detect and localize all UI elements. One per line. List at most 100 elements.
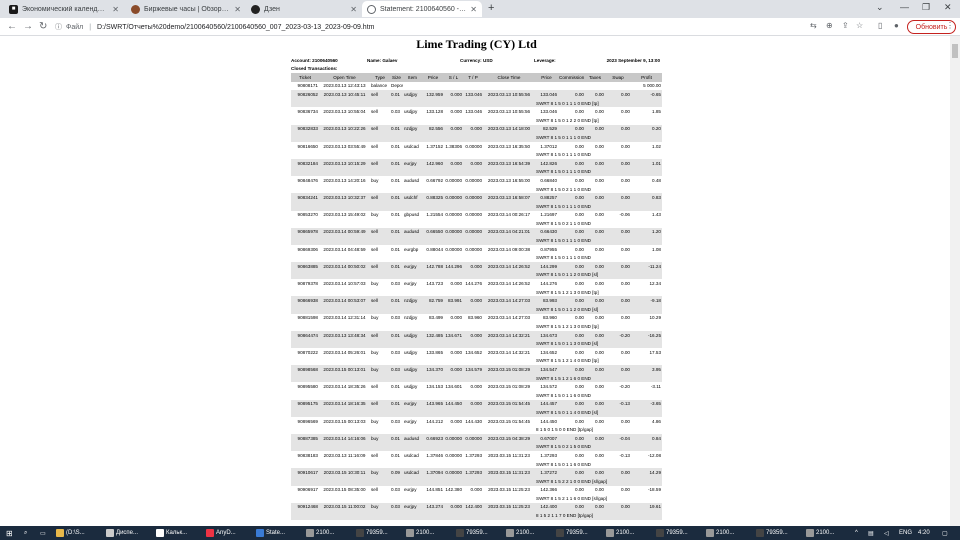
menu-icon[interactable]: ⋮: [946, 21, 954, 30]
taskbar-app-button[interactable]: 2100...: [806, 528, 834, 538]
column-header: S / L: [444, 73, 463, 82]
forward-icon[interactable]: →: [23, 21, 33, 32]
table-cell: sell: [371, 109, 378, 115]
table-row: 90879378 2023.03.14 10:57:03 buy 0.03 eurjpy…: [291, 279, 662, 288]
tab-exchange-hours[interactable]: Биржевые часы | Обзор рынка... ✕: [126, 1, 246, 17]
table-cell: 1.37293: [463, 468, 483, 477]
table-cell: 0.66923: [422, 433, 444, 443]
table-cell: 0.00: [575, 177, 584, 183]
address-bar[interactable]: ⓘ Файл | D:/SWRT/Отчеты%20demo/210064056…: [55, 20, 805, 34]
minimize-icon[interactable]: —: [900, 2, 909, 12]
table-cell: 90910617: [291, 468, 319, 477]
table-cell: 144.430: [465, 418, 482, 424]
close-window-icon[interactable]: ✕: [944, 2, 952, 13]
comment-row: SWRT 8 1 5 1 2 1 6 0 END: [291, 373, 662, 383]
clock[interactable]: 4:20: [918, 528, 930, 538]
table-cell: 0.00: [605, 262, 631, 271]
translate-icon[interactable]: ⇆: [810, 21, 817, 30]
table-cell: 0.01: [391, 143, 400, 149]
table-cell: 17.53: [649, 349, 662, 355]
tab-title: Экономический календарь — ...: [22, 5, 109, 13]
taskbar-app-button[interactable]: 2100...: [706, 528, 734, 538]
maximize-icon[interactable]: ❐: [922, 2, 930, 13]
side-panel-icon[interactable]: ▯: [878, 21, 882, 30]
taskbar-app-button[interactable]: 2100...: [606, 528, 634, 538]
table-cell: 0.00: [595, 487, 604, 493]
spacer-cell: [291, 253, 535, 262]
table-cell: 0.00: [575, 384, 584, 390]
new-tab-icon[interactable]: +: [488, 2, 494, 14]
table-cell: 132.959: [422, 90, 444, 99]
trade-comment: 8 1 5 0 1 5 0 0 END [tp/gap]: [536, 427, 593, 433]
taskbar-app-label: 79359...: [566, 530, 588, 536]
language-indicator[interactable]: ENG: [899, 528, 912, 538]
table-cell: 1.37272: [535, 468, 558, 477]
table-cell: 0.000: [470, 487, 483, 493]
start-icon[interactable]: ⊞: [6, 528, 13, 538]
info-icon[interactable]: ⓘ: [55, 22, 62, 32]
table-cell: 2023.03.15 11:31:23: [488, 452, 530, 458]
back-icon[interactable]: ←: [7, 21, 17, 32]
vertical-scrollbar[interactable]: [950, 36, 960, 526]
table-cell: 2023.03.14 14:16:06: [319, 433, 370, 443]
close-tab-icon[interactable]: ✕: [470, 5, 477, 14]
table-cell: 0.000: [450, 418, 463, 424]
tab-dzen[interactable]: Дзен ✕: [246, 1, 362, 17]
table-cell: 0.00: [585, 262, 605, 271]
taskbar-app-button[interactable]: 79359...: [356, 528, 388, 538]
zoom-icon[interactable]: ⊕: [826, 21, 833, 30]
table-cell: 132.485: [422, 330, 444, 340]
tab-statement[interactable]: Statement: 2100640560 - Galaev✕: [362, 1, 482, 17]
taskbar-app-button[interactable]: 79359...: [556, 528, 588, 538]
url-text[interactable]: D:/SWRT/Отчеты%20demo/2100640560/2100640…: [97, 24, 374, 31]
table-cell: 134.547: [535, 365, 558, 374]
bookmark-star-icon[interactable]: ☆: [856, 21, 863, 30]
volume-icon[interactable]: ◁: [884, 528, 889, 538]
table-cell: 0.00: [595, 349, 604, 355]
close-tab-icon[interactable]: ✕: [112, 5, 119, 14]
tab-economic-calendar[interactable]: ■ Экономический календарь — ...✕: [4, 1, 124, 17]
table-cell: 0.00000: [445, 452, 462, 458]
table-cell: 142.400: [463, 502, 483, 512]
task-view-icon[interactable]: ▭: [40, 528, 46, 538]
table-cell: 0.00000: [444, 227, 463, 237]
taskbar-app-button[interactable]: 79359...: [456, 528, 488, 538]
table-cell: 90895175: [291, 399, 319, 409]
close-tab-icon[interactable]: ✕: [350, 5, 357, 14]
taskbar-app-button[interactable]: 2100...: [506, 528, 534, 538]
table-cell: buy: [371, 315, 379, 321]
taskbar-app-label: 2100...: [616, 530, 635, 536]
taskbar-app-button[interactable]: 2100...: [406, 528, 434, 538]
taskbar-app-button[interactable]: Диспе...: [106, 528, 138, 538]
share-icon[interactable]: ⇪: [842, 21, 849, 30]
network-icon[interactable]: ▤: [868, 528, 874, 538]
table-cell: 0.00: [605, 468, 631, 477]
table-cell: 2023.03.15 11:31:23: [483, 468, 535, 477]
taskbar-app-button[interactable]: 79359...: [656, 528, 688, 538]
close-tab-icon[interactable]: ✕: [234, 5, 241, 14]
table-cell: usdcad: [404, 143, 419, 149]
taskbar-app-button[interactable]: 79359...: [756, 528, 788, 538]
table-cell: 0.20: [631, 124, 662, 134]
table-cell: 2023.03.13 10:15:29: [319, 158, 370, 168]
table-cell: 0.01: [391, 246, 400, 252]
table-cell: 0.00: [585, 193, 605, 202]
trade-comment: SWRT 8 1 5 0 1 1 1 0 END: [535, 167, 662, 177]
search-icon[interactable]: ⌕: [24, 528, 27, 538]
taskbar-app-button[interactable]: 2100...: [306, 528, 334, 538]
taskbar-app-button[interactable]: (D:\S...: [56, 528, 85, 538]
table-cell: 134.153: [426, 384, 443, 390]
table-cell: 90866938: [291, 296, 319, 306]
table-cell: 2023.03.14 00:50:02: [319, 262, 370, 271]
notifications-icon[interactable]: ▢: [942, 528, 948, 538]
scrollbar-thumb[interactable]: [952, 44, 958, 58]
taskbar-app-button[interactable]: Statе...: [256, 528, 285, 538]
table-cell: 144.457: [535, 399, 558, 409]
tray-chevron-icon[interactable]: ^: [855, 528, 858, 538]
profile-icon[interactable]: ●: [894, 21, 899, 30]
tab-search-icon[interactable]: ⌄: [876, 2, 884, 13]
reload-icon[interactable]: ↻: [39, 21, 47, 32]
taskbar-app-button[interactable]: AnyD...: [206, 528, 236, 538]
table-cell: sell: [371, 452, 378, 458]
taskbar-app-button[interactable]: Кальк...: [156, 528, 187, 538]
